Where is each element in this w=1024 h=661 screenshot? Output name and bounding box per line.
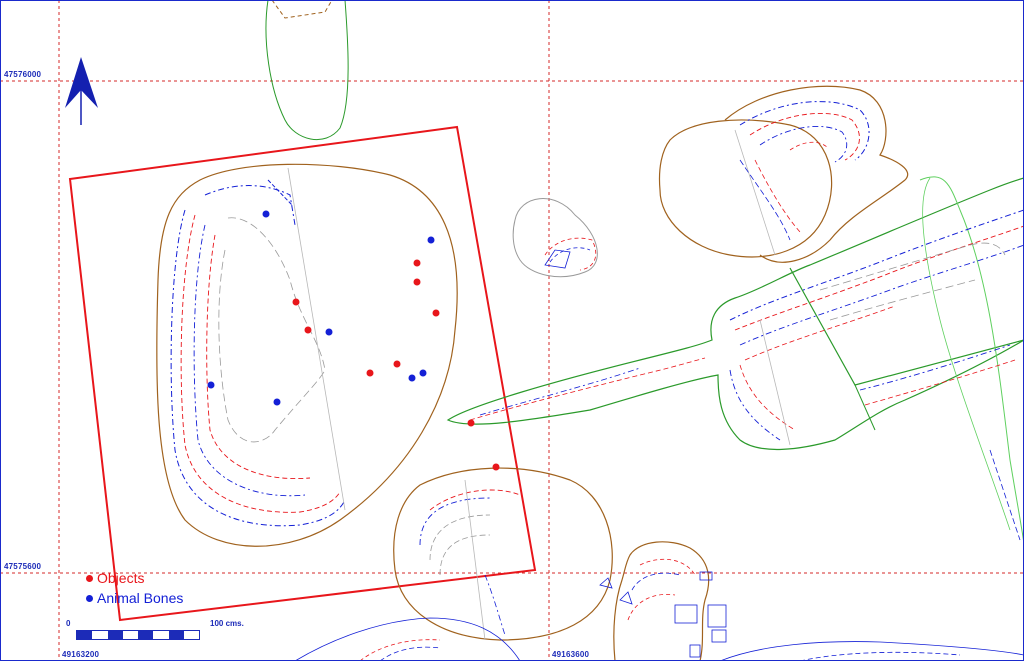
feature-pit-lower-right [599,541,727,661]
animal-bones-marker-icon [86,594,93,602]
object-find [413,278,421,286]
feature-small-pit [512,198,598,278]
northing-label: 47576000 [4,70,42,79]
feature-trench-green [446,176,1024,546]
object-find [292,298,300,306]
objects-marker-icon [86,574,93,582]
legend-animal-bones: Animal Bones [86,590,183,606]
animal-bone-find [419,369,427,377]
animal-bone-find [207,381,215,389]
scale-end-label: 100 cms. [210,619,244,628]
legend-animal-bones-label: Animal Bones [97,590,184,606]
animal-bone-find [325,328,333,336]
feature-pit-lower [393,467,613,641]
legend-objects: Objects [86,570,144,586]
object-find [492,463,500,471]
site-plan-map [0,0,1024,661]
north-arrow-icon [65,57,98,125]
object-find [413,259,421,267]
feature-main-pit [156,163,458,547]
objects-points [292,259,500,471]
feature-pit-top [265,0,349,140]
object-find [304,326,312,334]
animal-bone-find [262,210,270,218]
feature-bottom-edge [294,617,1024,661]
animal-bone-find [408,374,416,382]
object-find [467,419,475,427]
scale-bar [76,630,200,640]
legend-objects-label: Objects [97,570,145,586]
scale-start-label: 0 [66,619,71,628]
animal-bone-find [273,398,281,406]
survey-grid [0,0,1024,661]
object-find [393,360,401,368]
object-find [366,369,374,377]
easting-label: 49163200 [62,650,100,659]
excavation-frame [68,125,537,622]
object-find [432,309,440,317]
animal-bone-find [427,236,435,244]
feature-pit-upper-right [658,85,909,263]
northing-label: 47575600 [4,562,42,571]
easting-label: 49163600 [552,650,590,659]
